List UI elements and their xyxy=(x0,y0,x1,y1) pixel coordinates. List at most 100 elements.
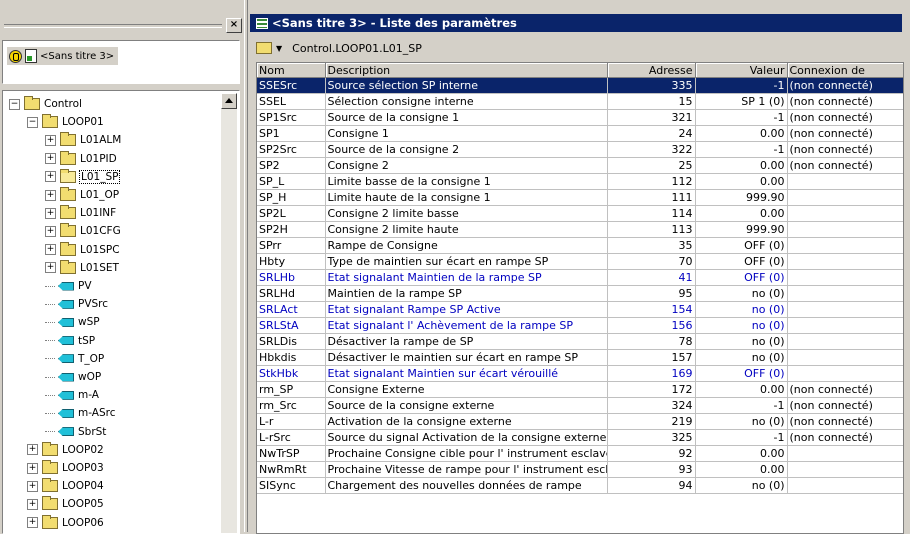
cell-value: 999.90 xyxy=(695,189,788,206)
table-row[interactable]: SSESrc Source sélection SP interne 335 -1 (n… xyxy=(257,77,903,94)
chevron-down-icon[interactable]: ▼ xyxy=(276,44,282,53)
folder-icon xyxy=(60,241,76,256)
cell-description: Limite basse de la consigne 1 xyxy=(325,173,608,190)
collapse-icon[interactable]: − xyxy=(9,98,20,110)
tree-item[interactable]: tSP xyxy=(45,332,95,350)
table-row[interactable]: NwTrSP Prochaine Consigne cible pour l' i… xyxy=(257,445,903,462)
tree-item[interactable]: + L01PID xyxy=(45,150,117,168)
folder-icon xyxy=(24,96,40,110)
cell-value: 999.90 xyxy=(695,221,788,238)
tree-item[interactable]: + L01_SP xyxy=(45,168,121,186)
cell-connection: (non connecté) xyxy=(787,141,903,158)
cell-description: Source de la consigne 1 xyxy=(325,109,608,126)
tree-item[interactable]: + L01_OP xyxy=(45,186,119,204)
tree-item[interactable]: + LOOP04 xyxy=(27,477,104,495)
table-row[interactable]: SRLAct Etat signalant Rampe SP Active 154 n… xyxy=(257,301,903,318)
cell-address: 70 xyxy=(607,253,696,270)
table-row[interactable]: Hbty Type de maintien sur écart en rampe … xyxy=(257,253,903,270)
table-row[interactable]: SP1Src Source de la consigne 1 321 -1 (non c… xyxy=(257,109,903,126)
table-row[interactable]: SRLDis Désactiver la rampe de SP 78 no (0) xyxy=(257,333,903,350)
tree-connector xyxy=(45,303,55,305)
vertical-scrollbar[interactable] xyxy=(221,109,237,533)
tree-item[interactable]: + LOOP03 xyxy=(27,459,104,477)
table-row[interactable]: SRLHb Etat signalant Maintien de la rampe… xyxy=(257,269,903,286)
expand-icon[interactable]: + xyxy=(45,225,56,237)
tree-item[interactable]: − LOOP01 xyxy=(27,113,104,131)
folder-icon xyxy=(42,441,58,456)
tree-item[interactable]: − Control xyxy=(9,95,82,113)
expand-icon[interactable]: + xyxy=(27,517,38,529)
tree-item[interactable]: m-ASrc xyxy=(45,404,116,422)
cell-name: SP2L xyxy=(257,205,326,222)
expand-icon[interactable]: + xyxy=(27,444,38,456)
expand-icon[interactable]: + xyxy=(45,207,56,219)
tree-item[interactable]: wOP xyxy=(45,368,101,386)
tree-item[interactable]: + L01INF xyxy=(45,204,116,222)
table-row[interactable]: SP2H Consigne 2 limite haute 113 999.90 xyxy=(257,221,903,238)
table-row[interactable]: SSEL Sélection consigne interne 15 SP 1 (0)… xyxy=(257,93,903,110)
tree-item[interactable]: m-A xyxy=(45,386,99,404)
window-titlebar[interactable]: <Sans titre 3> - Liste des paramètres xyxy=(250,14,902,32)
table-row[interactable]: StkHbk Etat signalant Maintien sur écart … xyxy=(257,365,903,382)
table-row[interactable]: SRLHd Maintien de la rampe SP 95 no (0) xyxy=(257,285,903,302)
cell-name: L-rSrc xyxy=(257,429,326,446)
tree-item[interactable]: + LOOP05 xyxy=(27,495,104,513)
table-row[interactable]: L-rSrc Source du signal Activation de la … xyxy=(257,429,903,446)
tree-item[interactable]: + L01CFG xyxy=(45,222,121,240)
cell-value: SP 1 (0) xyxy=(695,93,788,110)
tree-item[interactable]: + L01ALM xyxy=(45,131,121,149)
expand-icon[interactable]: + xyxy=(45,262,56,274)
pane-grip[interactable] xyxy=(4,24,222,28)
expand-icon[interactable]: + xyxy=(45,171,56,183)
table-row[interactable]: SP2L Consigne 2 limite basse 114 0.00 xyxy=(257,205,903,222)
column-header-address[interactable]: Adresse xyxy=(607,63,696,78)
collapse-icon[interactable]: − xyxy=(27,116,38,128)
table-row[interactable]: rm_SP Consigne Externe 172 0.00 (non connect… xyxy=(257,381,903,398)
column-header-name[interactable]: Nom xyxy=(257,63,326,78)
project-item[interactable]: <Sans titre 3> xyxy=(7,47,119,65)
cell-address: 219 xyxy=(607,413,696,430)
cell-name: Hbty xyxy=(257,253,326,270)
tree-item[interactable]: + L01SET xyxy=(45,259,119,277)
parameter-icon xyxy=(58,372,74,382)
tree-item[interactable]: wSP xyxy=(45,313,100,331)
scroll-up-button[interactable] xyxy=(221,93,237,109)
column-header-value[interactable]: Valeur xyxy=(695,63,788,78)
expand-icon[interactable]: + xyxy=(45,153,56,165)
cell-value: OFF (0) xyxy=(695,237,788,254)
table-row[interactable]: NwRmRt Prochaine Vitesse de rampe pour l'… xyxy=(257,461,903,478)
expand-icon[interactable]: + xyxy=(27,498,38,510)
tree-item-label: LOOP03 xyxy=(62,462,104,474)
column-header-description[interactable]: Description xyxy=(325,63,608,78)
table-row[interactable]: SRLStA Etat signalant l' Achèvement de la… xyxy=(257,317,903,334)
table-row[interactable]: SP_H Limite haute de la consigne 1 111 999.… xyxy=(257,189,903,206)
tree-item[interactable]: PV xyxy=(45,277,92,295)
expand-icon[interactable]: + xyxy=(45,189,56,201)
cell-name: NwRmRt xyxy=(257,461,326,478)
expand-icon[interactable]: + xyxy=(27,462,38,474)
tree-item[interactable]: T_OP xyxy=(45,350,104,368)
table-row[interactable]: SPrr Rampe de Consigne 35 OFF (0) xyxy=(257,237,903,254)
folder-icon[interactable] xyxy=(256,42,272,54)
tree-item[interactable]: + LOOP02 xyxy=(27,441,104,459)
table-row[interactable]: SP_L Limite basse de la consigne 1 112 0.00 xyxy=(257,173,903,190)
tree-item[interactable]: + LOOP06 xyxy=(27,514,104,532)
tree-item[interactable]: PVSrc xyxy=(45,295,108,313)
cell-connection xyxy=(787,445,903,462)
table-row[interactable]: SP2 Consigne 2 25 0.00 (non connecté) xyxy=(257,157,903,174)
table-row[interactable]: SISync Chargement des nouvelles données d… xyxy=(257,477,903,494)
close-pane-button[interactable]: × xyxy=(226,18,242,33)
cell-name: NwTrSP xyxy=(257,445,326,462)
cell-value: no (0) xyxy=(695,317,788,334)
table-row[interactable]: L-r Activation de la consigne externe 219 n… xyxy=(257,413,903,430)
tree-item[interactable]: + L01SPC xyxy=(45,241,120,259)
table-row[interactable]: rm_Src Source de la consigne externe 324 -1… xyxy=(257,397,903,414)
column-header-connection[interactable]: Connexion de xyxy=(787,63,903,78)
expand-icon[interactable]: + xyxy=(27,480,38,492)
expand-icon[interactable]: + xyxy=(45,134,56,146)
table-row[interactable]: SP1 Consigne 1 24 0.00 (non connecté) xyxy=(257,125,903,142)
expand-icon[interactable]: + xyxy=(45,244,56,256)
tree-item[interactable]: SbrSt xyxy=(45,423,106,441)
table-row[interactable]: SP2Src Source de la consigne 2 322 -1 (non c… xyxy=(257,141,903,158)
table-row[interactable]: Hbkdis Désactiver le maintien sur écart e… xyxy=(257,349,903,366)
